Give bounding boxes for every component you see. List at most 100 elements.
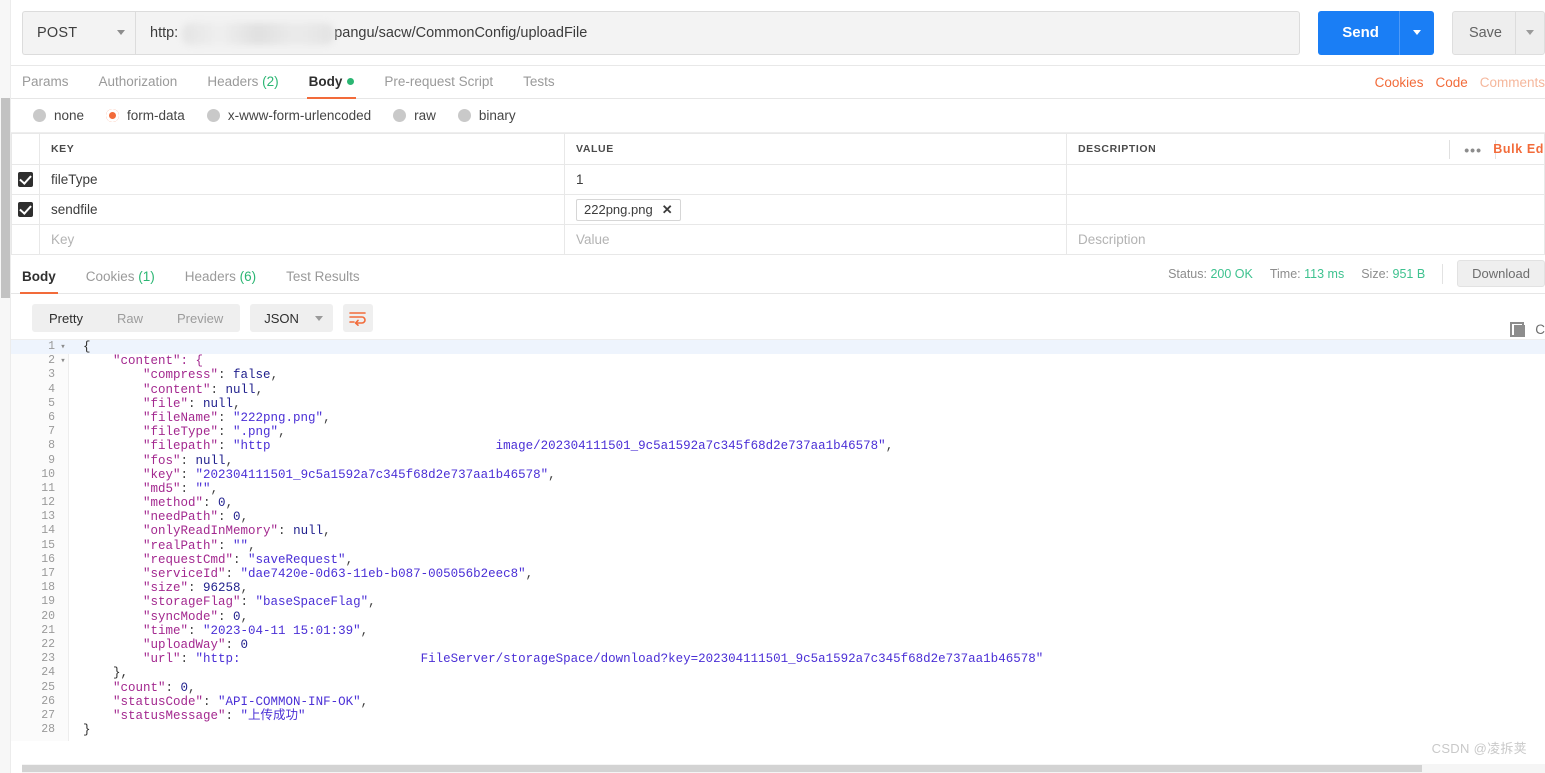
view-raw[interactable]: Raw <box>100 311 160 326</box>
row-description-cell[interactable] <box>1066 194 1545 225</box>
line-number: 18 <box>41 581 55 595</box>
bulk-edit-link[interactable]: Bulk Ed <box>1493 142 1544 156</box>
body-type-raw[interactable]: raw <box>393 108 436 123</box>
line-number: 6 <box>48 410 55 424</box>
response-tab-cookies[interactable]: Cookies (1) <box>86 269 155 293</box>
send-button-label: Send <box>1342 24 1379 41</box>
code-token: , <box>240 581 249 596</box>
code-line: 18 "size": 96258, <box>11 581 1545 595</box>
code-token: "storageFlag" <box>83 595 241 610</box>
code-token: "statusCode" <box>83 694 204 709</box>
code-link[interactable]: Code <box>1435 75 1467 90</box>
row-value-cell[interactable]: 1 <box>564 164 1067 195</box>
code-line: 6 "fileName": "222png.png", <box>11 411 1545 425</box>
comments-link[interactable]: Comments <box>1480 75 1545 90</box>
new-value-input[interactable]: Value <box>564 224 1067 255</box>
body-type-urlencoded[interactable]: x-www-form-urlencoded <box>206 108 371 123</box>
body-type-none[interactable]: none <box>33 108 84 123</box>
tab-pre-request-script[interactable]: Pre-request Script <box>384 74 493 98</box>
radio-icon <box>106 109 120 122</box>
send-options-button[interactable] <box>1400 30 1434 35</box>
row-key-text: fileType <box>51 171 98 187</box>
close-icon[interactable]: ✕ <box>662 202 673 218</box>
code-line: 23 "url": "http: FileServer/storageSpace… <box>11 652 1545 666</box>
line-number: 16 <box>41 552 55 566</box>
code-token: image/202304111501_9c5a1592a7c345f68d2e7… <box>495 439 886 454</box>
row-value-cell[interactable]: 222png.png ✕ <box>564 194 1067 225</box>
view-pretty[interactable]: Pretty <box>32 311 100 326</box>
response-tab-headers[interactable]: Headers (6) <box>185 269 256 293</box>
window-vertical-scrollbar[interactable] <box>0 0 11 773</box>
code-line: 5 "file": null, <box>11 397 1545 411</box>
download-button[interactable]: Download <box>1457 260 1545 287</box>
radio-label: binary <box>478 108 516 123</box>
send-button[interactable]: Send <box>1318 10 1434 55</box>
row-checkbox-cell[interactable] <box>11 224 40 255</box>
response-tab-test-results[interactable]: Test Results <box>286 269 360 293</box>
code-line: 12 "method": 0, <box>11 496 1545 510</box>
body-type-form-data[interactable]: form-data <box>106 108 185 123</box>
row-key-cell[interactable]: sendfile <box>39 194 565 225</box>
url-bar: POST http: pangu/sacw/CommonConfig/uploa… <box>11 0 1545 66</box>
more-options-icon[interactable]: ••• <box>1464 143 1482 157</box>
code-token: : <box>218 510 234 525</box>
chevron-down-icon <box>1412 30 1421 35</box>
http-method-select[interactable]: POST <box>22 10 135 55</box>
code-line-text: "statusMessage": "上传成功" <box>69 709 306 723</box>
header-key: KEY <box>39 133 565 165</box>
checkbox-checked-icon[interactable] <box>18 202 33 217</box>
save-button-label: Save <box>1468 24 1502 41</box>
postman-request-pane: POST http: pangu/sacw/CommonConfig/uploa… <box>11 0 1545 773</box>
scrollbar-thumb[interactable] <box>1 98 10 298</box>
view-preview[interactable]: Preview <box>160 311 240 326</box>
code-token: : <box>180 467 196 482</box>
tab-tests[interactable]: Tests <box>523 74 555 98</box>
code-line: 24 }, <box>11 666 1545 680</box>
row-description-cell[interactable] <box>1066 164 1545 195</box>
line-number: 21 <box>41 623 55 637</box>
url-input[interactable]: http: pangu/sacw/CommonConfig/uploadFile <box>135 10 1301 55</box>
chevron-down-icon <box>1526 30 1534 35</box>
scrollbar-thumb[interactable] <box>22 765 1422 772</box>
tab-authorization[interactable]: Authorization <box>99 74 178 98</box>
wrap-lines-button[interactable] <box>342 304 373 332</box>
code-line-text: "realPath": "", <box>69 539 256 553</box>
language-select[interactable]: JSON <box>250 304 333 332</box>
tab-params[interactable]: Params <box>22 74 69 98</box>
code-token: 0 <box>218 496 226 511</box>
code-token: : <box>218 410 234 425</box>
cookies-link[interactable]: Cookies <box>1375 75 1424 90</box>
clear-label[interactable]: C <box>1535 322 1545 337</box>
code-token: , <box>323 410 331 425</box>
code-line-text: "storageFlag": "baseSpaceFlag", <box>69 595 376 609</box>
tab-label: Tests <box>523 74 555 89</box>
code-token: , <box>525 567 534 581</box>
code-token: : <box>203 496 219 511</box>
fold-toggle-icon[interactable]: ▾ <box>57 354 69 368</box>
file-chip[interactable]: 222png.png ✕ <box>576 198 681 221</box>
response-tab-body[interactable]: Body <box>20 269 58 294</box>
new-description-input[interactable]: Description <box>1066 224 1545 255</box>
code-token: , <box>368 595 376 610</box>
tab-label: Params <box>22 74 69 89</box>
new-key-input[interactable]: Key <box>39 224 565 255</box>
code-token: : <box>218 538 234 553</box>
tab-body[interactable]: Body <box>306 74 357 99</box>
row-checkbox-cell[interactable] <box>11 164 40 195</box>
body-type-binary[interactable]: binary <box>457 108 516 123</box>
code-token: "dae7420e-0d63-11eb-b087-005056b2eec8" <box>240 567 526 581</box>
code-token: } <box>83 723 91 738</box>
status-badge: Status: 200 OK <box>1168 267 1253 281</box>
row-key-cell[interactable]: fileType <box>39 164 565 195</box>
response-body-code-viewer[interactable]: 1 ▾{2 ▾ "content": {3 "compress": false, 4 … <box>11 339 1545 741</box>
fold-toggle-icon[interactable]: ▾ <box>57 340 69 354</box>
horizontal-scrollbar[interactable] <box>22 764 1545 773</box>
code-line-text: "fos": null, <box>69 454 233 468</box>
save-options-button[interactable] <box>1516 30 1544 35</box>
save-button[interactable]: Save <box>1451 10 1545 55</box>
row-checkbox-cell[interactable] <box>11 194 40 225</box>
checkbox-checked-icon[interactable] <box>18 172 33 187</box>
copy-icon[interactable] <box>1510 322 1526 337</box>
tab-headers[interactable]: Headers (2) <box>207 74 278 98</box>
